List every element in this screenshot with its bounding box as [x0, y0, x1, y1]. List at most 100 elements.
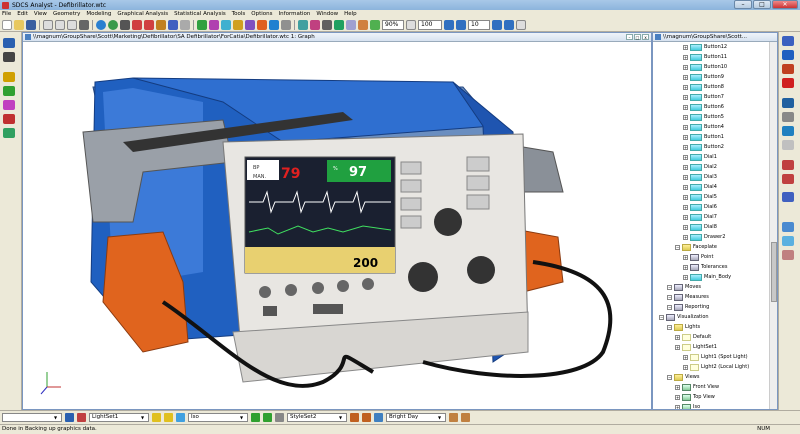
menu-modeling[interactable]: Modeling: [86, 11, 111, 17]
menu-information[interactable]: Information: [279, 11, 311, 17]
point-tool-icon[interactable]: [197, 19, 207, 30]
expand-icon[interactable]: +: [683, 234, 688, 240]
menu-help[interactable]: Help: [344, 11, 357, 17]
refresh-icon[interactable]: [108, 19, 118, 30]
background-icon[interactable]: [461, 413, 470, 422]
expand-icon[interactable]: +: [675, 394, 680, 400]
scrollbar-thumb[interactable]: [771, 242, 777, 302]
cut-icon[interactable]: [43, 19, 53, 30]
step-value-field[interactable]: 100: [418, 19, 442, 30]
graph-maximize-button[interactable]: □: [634, 34, 641, 40]
expand-icon[interactable]: +: [683, 174, 688, 180]
analysis-tool-icon[interactable]: [257, 19, 267, 30]
expand-icon[interactable]: +: [683, 104, 688, 110]
expand-icon[interactable]: +: [683, 54, 688, 60]
tree-item[interactable]: + Button7: [683, 92, 724, 102]
filter-dropdown[interactable]: ▼: [2, 413, 62, 422]
tree-item[interactable]: + Iso: [675, 402, 700, 409]
model-tool-icon[interactable]: [245, 19, 255, 30]
undo-icon[interactable]: [132, 19, 142, 30]
tool-icon[interactable]: [782, 64, 794, 74]
expand-icon[interactable]: −: [659, 314, 664, 320]
tree-item[interactable]: − Views: [667, 372, 699, 382]
arrow-icon[interactable]: [492, 19, 502, 30]
expand-icon[interactable]: −: [667, 294, 672, 300]
expand-icon[interactable]: +: [683, 154, 688, 160]
plus-icon[interactable]: [782, 78, 794, 88]
save-icon[interactable]: [26, 19, 36, 30]
tool-icon[interactable]: [77, 413, 86, 422]
view-icon[interactable]: [275, 413, 284, 422]
view-icon[interactable]: [263, 413, 272, 422]
tree-item[interactable]: + Button10: [683, 62, 727, 72]
expand-icon[interactable]: −: [675, 244, 680, 250]
expand-icon[interactable]: +: [675, 384, 680, 390]
3d-viewport[interactable]: BP MAN. 79 % 97 200: [23, 42, 651, 409]
tree-item[interactable]: + Top View: [675, 392, 715, 402]
tree-item[interactable]: − Visualization: [659, 312, 709, 322]
tree-item[interactable]: − Lights: [667, 322, 700, 332]
help-icon[interactable]: [96, 19, 106, 30]
texture-tool-icon[interactable]: [358, 19, 368, 30]
expand-icon[interactable]: +: [683, 194, 688, 200]
tree-item[interactable]: + Front View: [675, 382, 719, 392]
print-icon[interactable]: [79, 19, 89, 30]
expand-icon[interactable]: +: [683, 254, 688, 260]
document-icon[interactable]: [3, 128, 15, 138]
close-button[interactable]: ✕: [772, 0, 798, 9]
lightset-dropdown[interactable]: LightSet1 ▼: [89, 413, 149, 422]
expand-icon[interactable]: +: [683, 164, 688, 170]
menu-tools[interactable]: Tools: [232, 11, 246, 17]
tool-icon[interactable]: [65, 413, 74, 422]
tool-icon[interactable]: [782, 174, 794, 184]
new-file-icon[interactable]: [2, 19, 12, 30]
tree-item[interactable]: + Dial5: [683, 192, 717, 202]
arrow-icon[interactable]: [456, 19, 466, 30]
expand-icon[interactable]: +: [683, 264, 688, 270]
tree-item[interactable]: + Light1 (Spot Light): [683, 352, 748, 362]
tool-icon[interactable]: [782, 140, 794, 150]
style-icon[interactable]: [350, 413, 359, 422]
expand-icon[interactable]: +: [683, 364, 688, 370]
expand-icon[interactable]: −: [667, 304, 672, 310]
check-icon[interactable]: [3, 86, 15, 96]
tree-item[interactable]: + Button11: [683, 52, 727, 62]
globe-icon[interactable]: [782, 50, 794, 60]
tree-item[interactable]: + Dial1: [683, 152, 717, 162]
tree-item[interactable]: − Reporting: [667, 302, 709, 312]
graph-minimize-button[interactable]: –: [626, 34, 633, 40]
camera-icon[interactable]: [120, 19, 130, 30]
tool-icon[interactable]: [782, 236, 794, 246]
menu-geometry[interactable]: Geometry: [53, 11, 80, 17]
expand-icon[interactable]: +: [683, 44, 688, 50]
expand-icon[interactable]: +: [683, 94, 688, 100]
expand-icon[interactable]: −: [667, 324, 672, 330]
count-value-field[interactable]: 10: [468, 19, 490, 30]
tree-item[interactable]: + Dial6: [683, 202, 717, 212]
expand-icon[interactable]: +: [675, 404, 680, 409]
styleset-dropdown[interactable]: StyleSet2 ▼: [287, 413, 347, 422]
tree-item[interactable]: + Button4: [683, 122, 724, 132]
geometry-tool-icon[interactable]: [209, 19, 219, 30]
expand-icon[interactable]: +: [683, 224, 688, 230]
light-icon[interactable]: [164, 413, 173, 422]
compass-icon[interactable]: [3, 72, 15, 82]
chart-tool-icon[interactable]: [269, 19, 279, 30]
copy-icon[interactable]: [55, 19, 65, 30]
vector-tool-icon[interactable]: [298, 19, 308, 30]
minimize-button[interactable]: –: [734, 0, 752, 9]
tree-item[interactable]: + Main_Body: [683, 272, 731, 282]
tree-item[interactable]: + Button2: [683, 142, 724, 152]
tree-item[interactable]: + Button8: [683, 82, 724, 92]
menu-view[interactable]: View: [34, 11, 47, 17]
select-tool-icon[interactable]: [3, 38, 15, 48]
menu-file[interactable]: File: [2, 11, 11, 17]
tree-item[interactable]: − Measures: [667, 292, 709, 302]
background-icon[interactable]: [449, 413, 458, 422]
pan-tool-icon[interactable]: [180, 19, 190, 30]
tool-icon[interactable]: [782, 250, 794, 260]
expand-icon[interactable]: −: [667, 374, 672, 380]
tree-item[interactable]: + Default: [675, 332, 711, 342]
arrow-up-icon[interactable]: [782, 126, 794, 136]
light-icon[interactable]: [176, 413, 185, 422]
